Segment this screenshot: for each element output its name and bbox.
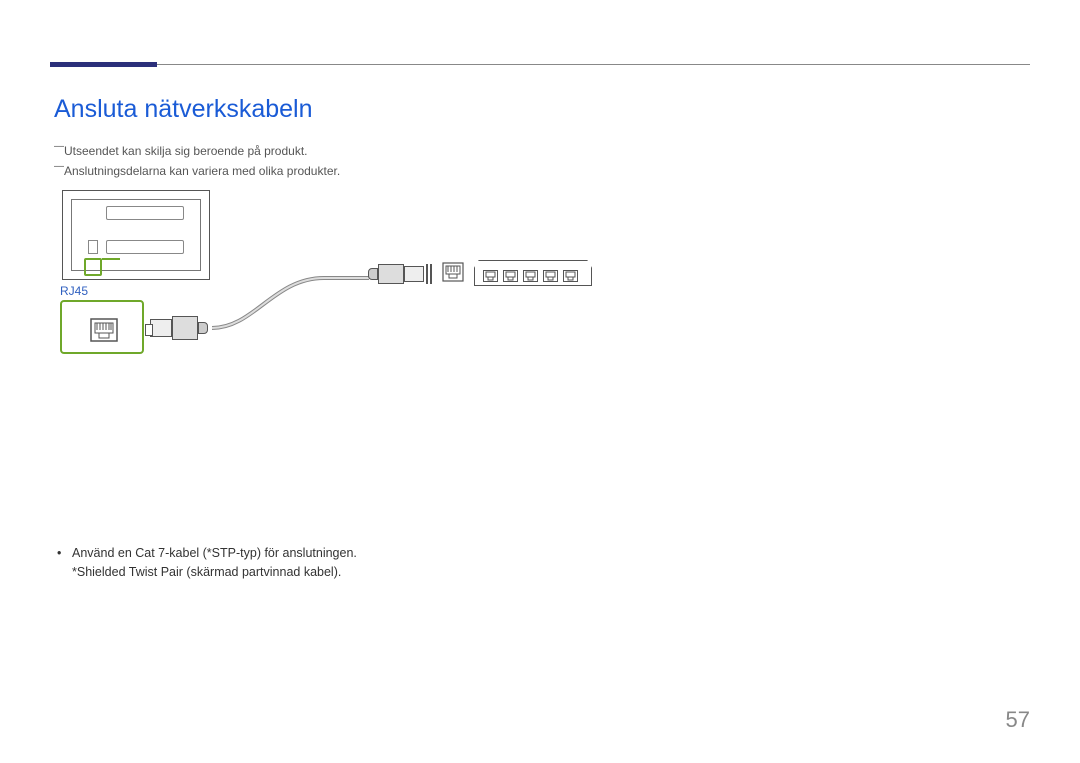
switch-port (543, 270, 558, 282)
ethernet-cable (204, 268, 374, 336)
tv-back-panel (62, 190, 210, 280)
bullet-line2: *Shielded Twist Pair (skärmad partvinnad… (72, 565, 341, 579)
switch-port (523, 270, 538, 282)
rj45-port-box (60, 300, 144, 354)
header-accent (50, 62, 157, 67)
section-heading: Ansluta nätverkskabeln (54, 95, 1034, 124)
switch-port (503, 270, 518, 282)
tv-back-inner (71, 199, 201, 271)
rj45-port-small-icon (442, 262, 464, 287)
page-content: Ansluta nätverkskabeln Utseendet kan ski… (54, 95, 1034, 582)
switch-ports (483, 270, 578, 282)
ethernet-connector-right (368, 264, 430, 284)
bullet-dot: • (54, 544, 72, 582)
tv-slot (88, 240, 98, 254)
rj45-port-icon (90, 318, 118, 342)
bullet-line1: Använd en Cat 7-kabel (*STP-typ) för ans… (72, 546, 357, 560)
switch-port (563, 270, 578, 282)
note-appearance: Utseendet kan skilja sig beroende på pro… (54, 144, 1034, 158)
network-switch (474, 260, 592, 286)
rj45-highlight (84, 258, 102, 276)
page-number: 57 (1006, 707, 1030, 733)
tv-slot (106, 240, 184, 254)
switch-port (483, 270, 498, 282)
connection-diagram: RJ45 (54, 190, 594, 360)
rj45-label: RJ45 (60, 284, 88, 298)
bullet-note: • Använd en Cat 7-kabel (*STP-typ) för a… (54, 544, 1034, 582)
tv-slot (106, 206, 184, 220)
bullet-text: Använd en Cat 7-kabel (*STP-typ) för ans… (72, 544, 357, 582)
note-connections: Anslutningsdelarna kan variera med olika… (54, 164, 1034, 178)
header-rule (50, 64, 1030, 65)
ethernet-connector-left (150, 316, 208, 340)
